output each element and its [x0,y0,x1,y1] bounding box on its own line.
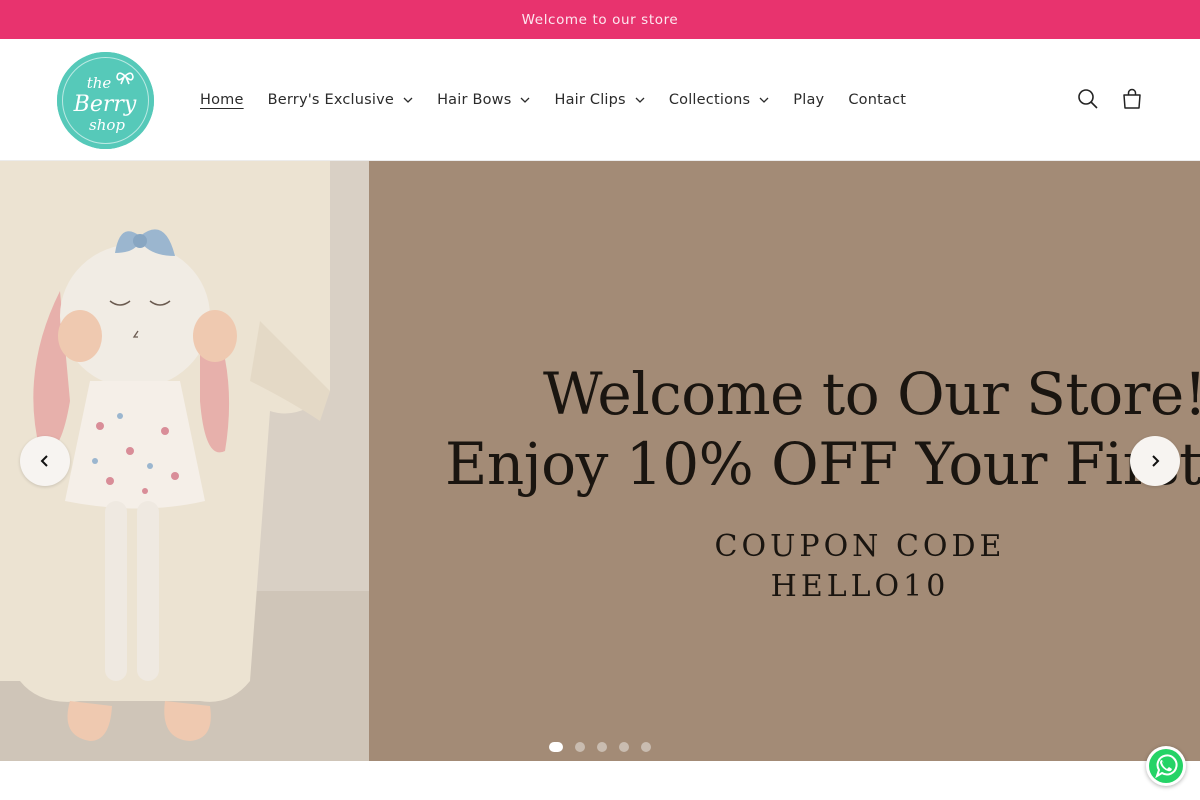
nav-collections-label: Collections [668,92,751,108]
coupon-label: COUPON CODE [714,529,1006,564]
chevron-down-icon [403,95,413,105]
slide-dot-2[interactable] [575,742,585,752]
nav-home[interactable]: Home [200,92,244,108]
chevron-down-icon [759,95,769,105]
announcement-bar: Welcome to our store [0,0,1200,39]
slide-dot-4[interactable] [619,742,629,752]
chevron-down-icon [520,95,530,105]
next-slide-button[interactable] [1130,436,1180,486]
hero-coupon: COUPON CODE HELLO10 [630,527,1090,607]
nav-berrys-exclusive-label: Berry's Exclusive [267,92,395,108]
chevron-left-icon [40,455,48,467]
slide-dot-1[interactable] [549,742,563,752]
chevron-down-icon [635,95,645,105]
store-logo[interactable]: the Berry shop [57,52,154,149]
hero-headline: Welcome to Our Store! Enjoy 10% OFF Your… [445,359,1200,499]
svg-text:the: the [87,74,112,92]
nav-berrys-exclusive[interactable]: Berry's Exclusive [268,92,413,108]
whatsapp-icon [1149,749,1183,783]
svg-text:shop: shop [89,116,125,134]
nav-contact-label: Contact [848,92,907,108]
cart-icon[interactable] [1120,87,1144,111]
coupon-code: HELLO10 [770,569,950,604]
nav-hair-bows-label: Hair Bows [437,92,512,108]
slide-dot-5[interactable] [641,742,651,752]
chevron-right-icon [1152,455,1160,467]
nav-play-label: Play [793,92,825,108]
nav-collections[interactable]: Collections [669,92,769,108]
nav-home-label: Home [200,92,244,108]
whatsapp-chat-button[interactable] [1146,746,1186,786]
main-nav: Home Berry's Exclusive Hair Bows Hair Cl… [200,39,930,161]
site-header: the Berry shop Home Berry's Exclusive Ha… [0,39,1200,161]
nav-play[interactable]: Play [793,92,824,108]
nav-hair-bows[interactable]: Hair Bows [437,92,530,108]
hero-slideshow: Welcome to Our Store! Enjoy 10% OFF Your… [0,161,1200,761]
hero-headline-line2: Enjoy 10% OFF Your First Bu [445,430,1200,498]
svg-text:Berry: Berry [73,92,137,117]
previous-slide-button[interactable] [20,436,70,486]
nav-hair-clips[interactable]: Hair Clips [554,92,645,108]
announcement-text: Welcome to our store [521,11,679,28]
nav-hair-clips-label: Hair Clips [554,92,626,108]
slide-dot-3[interactable] [597,742,607,752]
nav-contact[interactable]: Contact [848,92,906,108]
slide-dots [549,742,663,752]
search-icon[interactable] [1076,87,1100,111]
hero-headline-line1: Welcome to Our Store! [543,360,1200,428]
